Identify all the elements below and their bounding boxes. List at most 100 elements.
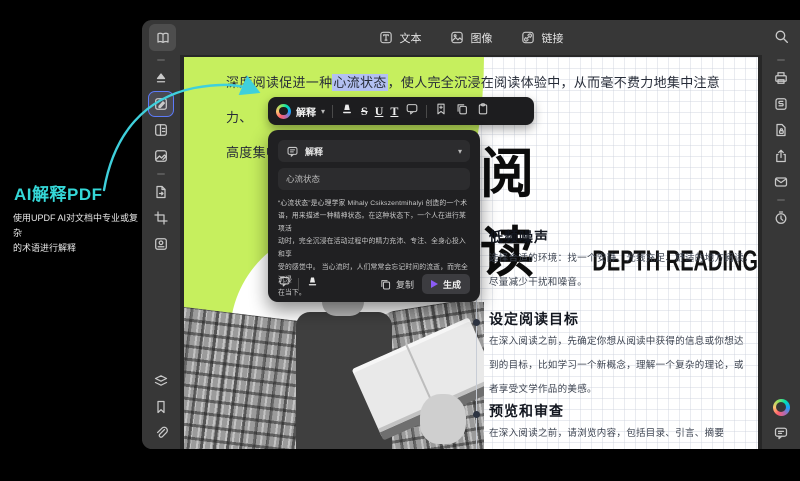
text-style-button[interactable]: T [390,104,398,119]
section-body: 选择合适的环境：找一个安静、光线充足、舒适的地方阅读， 尽量减少干扰和噪音。 [489,247,754,295]
query-text: 心流状态 [286,173,320,185]
paragraph-text: 深度阅读促进一种 [226,75,332,90]
history-icon [773,210,789,226]
section-body-line: 到的目标，比如学习一个新概念，理解一个复杂的理论，或 [489,354,744,378]
timeline-bullet [473,319,480,326]
search-icon [773,28,790,45]
copy-icon [455,102,469,116]
share-button[interactable] [769,144,793,168]
print-button[interactable] [769,66,793,90]
bookmark-button[interactable] [149,395,173,419]
popup-footer: 复制 生成 [278,274,470,294]
generate-label: 生成 [443,278,461,291]
text-tool-icon [379,30,394,45]
ai-explain-button[interactable]: 解释 ▾ [276,104,325,119]
attachment-button[interactable] [149,421,173,445]
stamp-doc-button[interactable] [149,232,173,256]
copy-result-button[interactable]: 复制 [379,278,414,291]
tab-image[interactable]: 图像 [450,30,493,46]
clipboard-button[interactable] [476,102,490,121]
ai-explain-popup: 解释 ▾ 心流状态 “心流状态”是心理学家 Mihaly Csikszentmi… [268,130,480,302]
annotate-button[interactable] [149,92,173,116]
promo-description-line: 的术语进行解释 [13,241,139,256]
save-file-icon [773,96,789,112]
crop-button[interactable] [149,206,173,230]
copy-button[interactable] [455,102,469,121]
highlighted-text[interactable]: 心流状态 [332,74,387,91]
copy-label: 复制 [396,278,414,291]
generate-button[interactable]: 生成 [422,274,470,294]
bookmark-add-button[interactable] [434,102,448,121]
divider [298,278,299,291]
divider [426,105,427,118]
mode-select[interactable]: 解释 ▾ [278,140,470,162]
comment-icon [278,275,291,288]
save-button[interactable] [769,92,793,116]
search-button[interactable] [773,28,790,50]
export-page-button[interactable] [149,180,173,204]
section-body: 在深入阅读之前，先确定你想从阅读中获得的信息或你想达 到的目标，比如学习一个新概… [489,330,744,402]
ai-explain-label: 解释 [296,104,316,119]
highlight-button[interactable] [306,275,319,293]
person-photo [184,302,484,449]
underline-button[interactable]: U [375,104,384,119]
tab-link[interactable]: 链接 [521,30,564,46]
stamp-doc-icon [153,236,169,252]
printer-icon [773,70,789,86]
layers-button[interactable] [149,369,173,393]
generate-play-icon [431,280,438,288]
link-tool-icon [521,30,536,45]
protect-button[interactable] [769,118,793,142]
comment-button[interactable] [405,102,419,121]
caret-down-icon: ▾ [458,147,462,156]
mail-button[interactable] [769,170,793,194]
tab-image-label: 图像 [471,30,493,46]
section-body: 在深入阅读之前，请浏览内容，包括目录、引言、摘要 [489,422,724,446]
reader-book-icon [155,30,171,46]
divider [157,59,165,61]
tab-text[interactable]: 文本 [379,30,422,46]
section-title: 预览和审查 [489,401,564,421]
history-button[interactable] [769,206,793,230]
page-organize-button[interactable] [149,118,173,142]
screen: AI解释PDF 使用UPDF AI对文档中专业或复杂 的术语进行解释 文本 [0,0,800,481]
feedback-icon [773,425,789,441]
document-area: 深度阅读促进一种心流状态，使人完全沉浸在阅读体验中，从而毫不费力地集中注意力、 … [180,55,762,449]
explanation-line: 语，用来描述一种精神状态。在这种状态下，一个人在进行某项活 [278,209,470,235]
comment-button[interactable] [278,275,291,293]
ai-assistant-icon [773,399,790,416]
section-title: 低频噪声 [489,227,549,247]
highlighter-icon [340,102,354,116]
explain-mode-icon [286,145,299,158]
section-body-line: 者享受文学作品的美感。 [489,378,744,402]
caret-down-icon[interactable]: ▾ [321,107,325,116]
mode-label: 解释 [305,145,452,158]
image-edit-button[interactable] [149,144,173,168]
promo-description: 使用UPDF AI对文档中专业或复杂 的术语进行解释 [13,211,139,256]
section-body-line: 尽量减少干扰和噪音。 [489,271,754,295]
divider [777,59,785,61]
top-toolbar: 文本 图像 链接 [142,20,800,55]
reader-book-icon[interactable] [149,24,176,51]
feedback-button[interactable] [769,421,793,445]
crop-icon [153,210,169,226]
section-body-line: 在深入阅读之前，请浏览内容，包括目录、引言、摘要 [489,422,724,446]
explanation-line: “心流状态”是心理学家 Mihaly Csikszentmihalyi 创造的一… [278,196,470,209]
left-sidebar [142,55,180,449]
highlighter-icon [306,275,319,288]
right-sidebar [762,55,800,449]
query-field[interactable]: 心流状态 [278,168,470,190]
section-body-line: 选择合适的环境：找一个安静、光线充足、舒适的地方阅读， [489,247,754,271]
section-body-line: 在深入阅读之前，先确定你想从阅读中获得的信息或你想达 [489,330,744,354]
promo-description-line: 使用UPDF AI对文档中专业或复杂 [13,211,139,241]
bookmark-add-icon [434,102,448,116]
highlight-button[interactable] [340,102,354,121]
strikethrough-button[interactable]: S [361,104,368,119]
eject-button[interactable] [149,66,173,90]
copy-icon [379,278,392,291]
ai-assistant-button[interactable] [769,395,793,419]
app-window: 文本 图像 链接 [142,20,800,449]
paperclip-icon [153,425,169,441]
annotate-icon [153,96,169,112]
timeline-bullet [473,411,480,418]
